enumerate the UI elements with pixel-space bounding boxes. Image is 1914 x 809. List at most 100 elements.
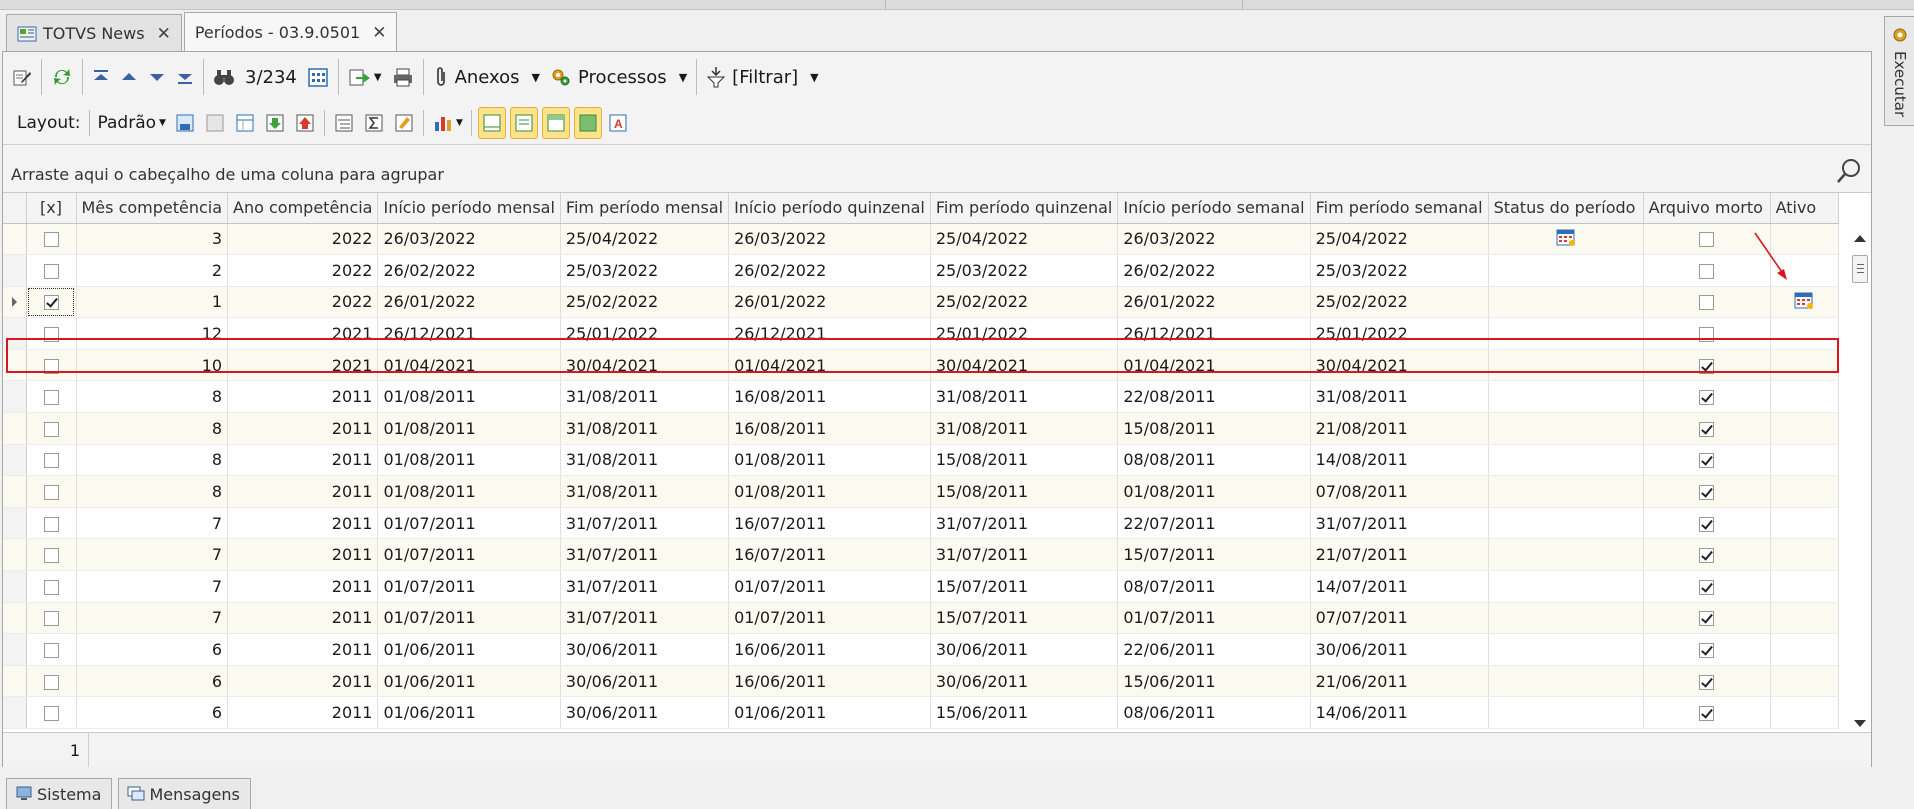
table-row[interactable]: 7 2011 01/07/2011 31/07/2011 01/07/2011 15/07… [3,602,1839,635]
table-row[interactable]: 6 2011 01/06/2011 30/06/2011 01/06/2011 15/06… [3,696,1839,729]
select-cell[interactable] [26,286,77,319]
arquivo-morto-checkbox[interactable] [1699,327,1715,343]
arquivo-morto-checkbox[interactable] [1699,548,1715,564]
vertical-scrollbar[interactable] [1849,193,1871,727]
row-indicator[interactable] [3,349,27,382]
tab-periodos[interactable]: Períodos - 03.9.0501 ✕ [183,12,398,52]
row-select-checkbox[interactable] [43,674,59,690]
arquivo-morto-checkbox[interactable] [1699,232,1715,248]
row-indicator[interactable] [3,475,27,508]
column-header[interactable]: Fim período semanal [1310,193,1489,224]
column-header[interactable]: Mês competência [76,193,229,224]
select-cell[interactable] [26,349,77,382]
arquivo-morto-checkbox[interactable] [1699,579,1715,595]
row-indicator[interactable] [3,538,27,572]
arquivo-morto-checkbox[interactable] [1699,516,1715,532]
column-header[interactable]: Status do período [1488,193,1644,224]
edit-button[interactable] [7,59,37,95]
select-cell[interactable] [26,254,77,287]
group-by-panel[interactable]: Arraste aqui o cabeçalho de uma coluna p… [3,144,1871,192]
group-by-button[interactable] [329,107,359,139]
row-indicator[interactable] [3,570,27,603]
arquivo-morto-checkbox[interactable] [1699,706,1715,722]
first-record-button[interactable] [87,59,115,95]
row-indicator[interactable] [3,665,27,698]
row-select-checkbox[interactable] [43,358,59,374]
save-layout-button[interactable] [170,107,200,139]
font-button[interactable]: A [604,107,632,139]
last-record-button[interactable] [171,59,199,95]
column-header[interactable]: [x] [26,193,77,224]
row-select-checkbox[interactable] [43,706,59,722]
previous-record-button[interactable] [115,59,143,95]
table-row[interactable]: 10 2021 01/04/2021 30/04/2021 01/04/2021 30/0… [3,349,1839,382]
arquivo-morto-checkbox[interactable] [1699,611,1715,627]
anexos-button[interactable]: Anexos ▼ [428,59,545,95]
table-row[interactable]: 7 2011 01/07/2011 31/07/2011 01/07/2011 15/07… [3,570,1839,603]
column-header[interactable]: Início período mensal [377,193,561,224]
arquivo-morto-checkbox[interactable] [1699,485,1715,501]
chart-button[interactable]: ▼ [428,107,467,139]
table-row[interactable]: 8 2011 01/08/2011 31/08/2011 16/08/2011 31/08… [3,412,1839,445]
arquivo-morto-checkbox[interactable] [1699,643,1715,659]
row-indicator[interactable] [3,286,27,319]
column-header[interactable]: Início período quinzenal [728,193,931,224]
export-layout-button[interactable] [290,107,320,139]
arquivo-morto-checkbox[interactable] [1699,390,1715,406]
arquivo-morto-checkbox[interactable] [1699,421,1715,437]
scrollbar-thumb[interactable] [1852,255,1868,283]
column-header[interactable]: Arquivo morto [1643,193,1771,224]
find-button[interactable] [208,59,240,95]
table-row[interactable]: 6 2011 01/06/2011 30/06/2011 16/06/2011 30/06… [3,633,1839,666]
select-cell[interactable] [26,507,77,540]
scroll-down-arrow[interactable] [1854,720,1866,727]
calendar-button[interactable] [302,59,334,95]
select-cell[interactable] [26,538,77,572]
row-indicator[interactable] [3,412,27,445]
select-cell[interactable] [26,633,77,666]
row-select-checkbox[interactable] [43,643,59,659]
table-row[interactable]: 1 2022 26/01/2022 25/02/2022 26/01/2022 25/02… [3,286,1839,319]
arquivo-morto-checkbox[interactable] [1699,453,1715,469]
arquivo-morto-checkbox[interactable] [1699,358,1715,374]
close-icon[interactable]: ✕ [372,23,386,43]
layout-select[interactable]: Padrão ▼ [94,107,170,139]
arquivo-morto-checkbox[interactable] [1699,295,1715,311]
row-indicator[interactable] [3,223,27,256]
column-header[interactable]: Ativo [1770,193,1839,224]
close-icon[interactable]: ✕ [157,24,171,44]
processos-button[interactable]: Processos ▼ [545,59,692,95]
row-indicator[interactable] [3,254,27,287]
row-select-checkbox[interactable] [43,548,59,564]
import-layout-button[interactable] [260,107,290,139]
row-indicator[interactable] [3,317,27,350]
row-indicator[interactable] [3,602,27,635]
refresh-button[interactable] [46,59,78,95]
scroll-up-arrow[interactable] [1854,235,1866,242]
row-select-checkbox[interactable] [43,421,59,437]
arquivo-morto-checkbox[interactable] [1699,674,1715,690]
tab-totvs-news[interactable]: TOTVS News ✕ [6,14,182,52]
column-header[interactable]: Fim período mensal [560,193,730,224]
search-icon[interactable] [1835,157,1863,185]
row-select-checkbox[interactable] [43,295,59,311]
row-select-checkbox[interactable] [43,516,59,532]
filter-button[interactable]: [Filtrar] ▼ [701,59,823,95]
row-indicator[interactable] [3,633,27,666]
row-select-checkbox[interactable] [43,263,59,279]
view-toggle-button[interactable] [477,107,506,139]
row-select-checkbox[interactable] [43,327,59,343]
select-cell[interactable] [26,223,77,256]
select-cell[interactable] [26,665,77,698]
row-select-checkbox[interactable] [43,579,59,595]
select-cell[interactable] [26,602,77,635]
columns-button[interactable] [230,107,260,139]
table-row[interactable]: 8 2011 01/08/2011 31/08/2011 16/08/2011 31/08… [3,380,1839,414]
select-cell[interactable] [26,570,77,603]
row-select-checkbox[interactable] [43,485,59,501]
select-cell[interactable] [26,444,77,477]
table-row[interactable]: 6 2011 01/06/2011 30/06/2011 16/06/2011 30/06… [3,665,1839,698]
table-row[interactable]: 8 2011 01/08/2011 31/08/2011 01/08/2011 15/08… [3,475,1839,508]
view-toggle-button[interactable] [541,107,570,139]
table-row[interactable]: 12 2021 26/12/2021 25/01/2022 26/12/2021 25/0… [3,317,1839,350]
